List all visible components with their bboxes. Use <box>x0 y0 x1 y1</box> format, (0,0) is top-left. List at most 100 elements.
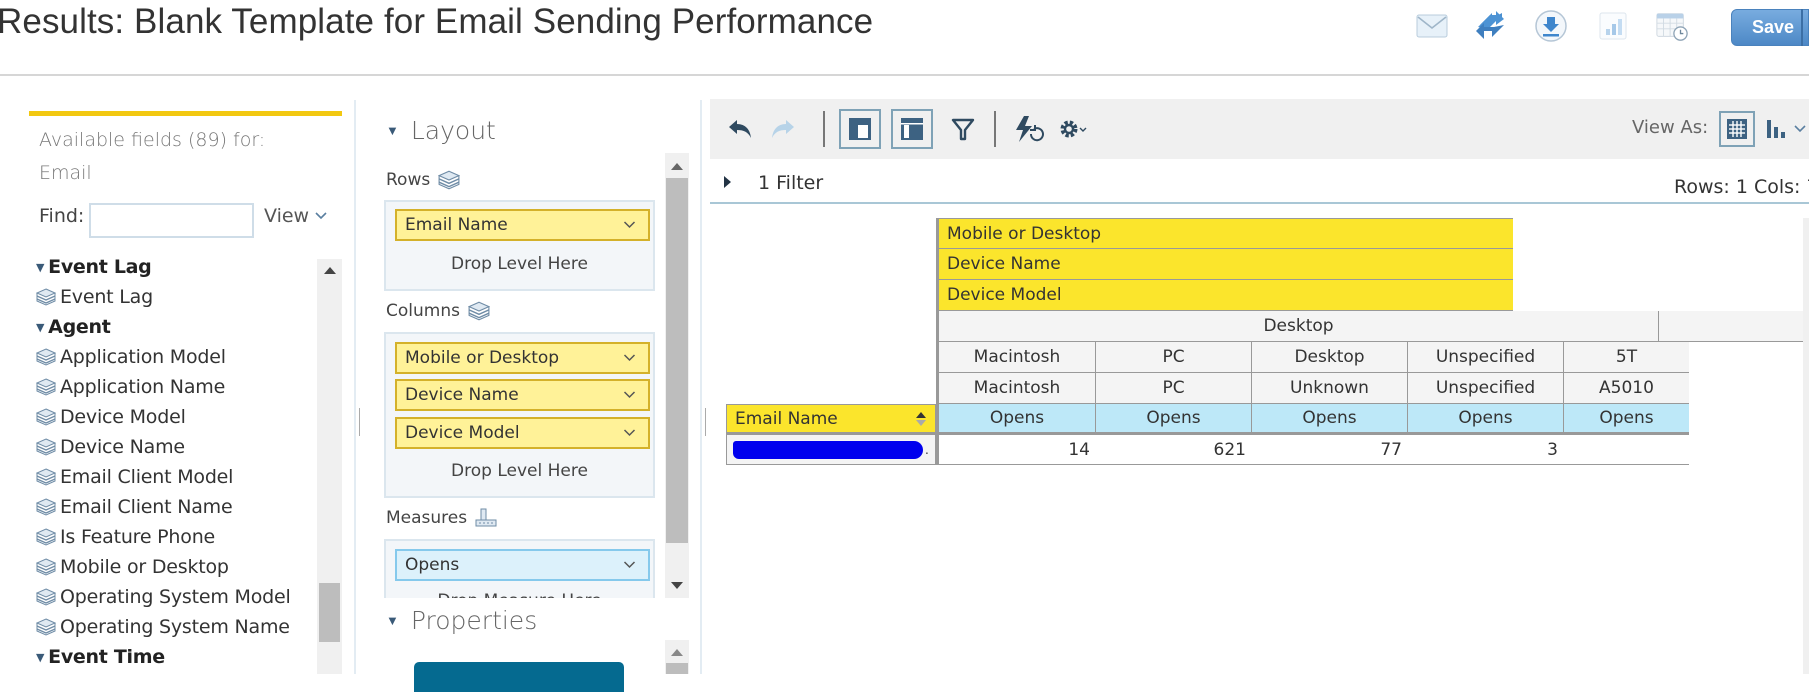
gear-icon <box>1060 120 1087 138</box>
splitter-grip[interactable] <box>705 408 706 436</box>
chevron-down-icon[interactable] <box>623 354 636 362</box>
row-dimension-header[interactable]: Email Name <box>726 404 936 435</box>
undo-button[interactable] <box>719 109 761 149</box>
dimension-cube-icon <box>36 348 56 366</box>
device-model-header[interactable]: PC <box>1096 373 1252 404</box>
rows-dropzone[interactable]: Email Name Drop Level Here <box>384 200 655 291</box>
measure-header[interactable]: Opens <box>1408 404 1564 435</box>
panel-splitter[interactable] <box>700 100 702 674</box>
field-item[interactable]: Application Model <box>36 342 316 372</box>
device-model-header[interactable]: Unknown <box>1252 373 1408 404</box>
field-item[interactable]: Device Model <box>36 402 316 432</box>
properties-action-button[interactable] <box>414 662 624 692</box>
email-icon[interactable] <box>1415 10 1449 42</box>
field-item-label: Is Feature Phone <box>60 526 216 548</box>
field-item[interactable]: Event Lag <box>36 282 316 312</box>
filter-button[interactable] <box>942 109 984 149</box>
field-item[interactable]: Mobile or Desktop <box>36 552 316 582</box>
device-name-header[interactable]: PC <box>1096 342 1252 373</box>
column-dimension-header[interactable]: Device Model <box>936 280 1513 311</box>
device-model-header[interactable]: Macintosh <box>936 373 1096 404</box>
field-item[interactable]: Device Name <box>36 432 316 462</box>
refresh-data-button[interactable] <box>1008 109 1050 149</box>
download-icon[interactable] <box>1534 10 1568 42</box>
measure-header[interactable]: Opens <box>936 404 1096 435</box>
field-item[interactable]: Email Client Name <box>36 492 316 522</box>
measure-header[interactable]: Opens <box>1096 404 1252 435</box>
chart-report-icon[interactable] <box>1596 10 1630 42</box>
expand-triangle-icon[interactable]: ▼ <box>36 321 44 334</box>
columns-pill-device-name[interactable]: Device Name <box>395 379 650 411</box>
data-cell[interactable]: 77 <box>1252 435 1408 465</box>
columns-dropzone[interactable]: Mobile or Desktop Device Name Device Mod… <box>384 332 655 498</box>
save-button[interactable]: Save <box>1731 9 1809 46</box>
tree-group[interactable]: ▼ Agent <box>36 312 316 342</box>
toggle-top-panel-button[interactable] <box>891 109 933 149</box>
measures-pill-opens[interactable]: Opens <box>395 549 650 581</box>
device-name-header[interactable]: Macintosh <box>936 342 1096 373</box>
rows-pill-email-name[interactable]: Email Name <box>395 209 650 241</box>
measures-dropzone[interactable]: Opens Drop Measure Here <box>384 539 655 598</box>
column-dimension-header[interactable]: Mobile or Desktop <box>936 218 1513 249</box>
sort-icon[interactable] <box>915 411 927 427</box>
field-item-label: Operating System Name <box>60 616 290 638</box>
layout-scrollbar-thumb[interactable] <box>666 178 688 543</box>
device-model-header[interactable]: Unspecified <box>1408 373 1564 404</box>
view-as-dropdown[interactable] <box>1790 109 1809 149</box>
measure-header[interactable]: Opens <box>1252 404 1408 435</box>
lightning-refresh-icon <box>1016 116 1044 142</box>
data-cell[interactable]: 3 <box>1408 435 1564 465</box>
data-cell[interactable] <box>1564 435 1689 465</box>
panel-splitter[interactable] <box>354 100 356 674</box>
view-as-chart-button[interactable] <box>1760 109 1792 149</box>
layout-section-header[interactable]: ▼ Layout <box>386 116 496 145</box>
pivot-scrollbar[interactable] <box>1803 218 1809 674</box>
filter-count-link[interactable]: 1 Filter <box>758 172 823 194</box>
device-model-header[interactable]: A5010 <box>1564 373 1689 404</box>
column-dimension-header[interactable]: Device Name <box>936 249 1513 280</box>
properties-scrollbar-thumb[interactable] <box>666 663 688 674</box>
expand-filters-triangle-icon[interactable] <box>724 176 731 188</box>
scroll-up-arrow-icon[interactable] <box>324 267 336 274</box>
tree-group[interactable]: ▼ Event Time <box>36 642 316 672</box>
field-item[interactable]: Operating System Model <box>36 582 316 612</box>
settings-dropdown-button[interactable] <box>1053 109 1095 149</box>
tree-group[interactable]: ▼ Event Lag <box>36 252 316 282</box>
splitter-grip[interactable] <box>359 408 360 436</box>
toolbar-separator <box>994 111 996 147</box>
field-item[interactable]: Is Feature Phone <box>36 522 316 552</box>
field-item[interactable]: Application Name <box>36 372 316 402</box>
expand-triangle-icon[interactable]: ▼ <box>36 651 44 664</box>
column-group-header[interactable]: Desktop <box>936 311 1659 342</box>
row-header-email-name[interactable]: . <box>726 435 936 465</box>
expand-triangle-icon[interactable]: ▼ <box>36 261 44 274</box>
chevron-down-icon[interactable] <box>623 391 636 399</box>
measure-header[interactable]: Opens <box>1564 404 1689 435</box>
transfer-icon[interactable] <box>1474 10 1508 42</box>
find-input[interactable] <box>89 203 254 238</box>
columns-pill-mobile-or-desktop[interactable]: Mobile or Desktop <box>395 342 650 374</box>
toggle-left-panel-button[interactable] <box>839 109 881 149</box>
properties-section-header[interactable]: ▼ Properties <box>386 606 537 635</box>
fields-scrollbar-thumb[interactable] <box>319 583 340 642</box>
field-item[interactable]: Operating System Name <box>36 612 316 642</box>
chevron-down-icon[interactable] <box>623 429 636 437</box>
data-cell[interactable]: 14 <box>936 435 1096 465</box>
scroll-up-arrow-icon[interactable] <box>671 163 683 170</box>
device-name-header[interactable]: Unspecified <box>1408 342 1564 373</box>
schedule-calendar-icon[interactable] <box>1655 10 1689 42</box>
redo-button[interactable] <box>762 109 804 149</box>
data-cell[interactable]: 621 <box>1096 435 1252 465</box>
pill-label: Mobile or Desktop <box>405 348 560 368</box>
device-name-header[interactable]: Desktop <box>1252 342 1408 373</box>
view-dropdown[interactable]: View <box>264 205 327 227</box>
field-item[interactable]: Email Client Model <box>36 462 316 492</box>
view-as-table-button[interactable] <box>1719 111 1755 147</box>
device-name-header[interactable]: 5T <box>1564 342 1689 373</box>
chevron-down-icon[interactable] <box>623 221 636 229</box>
scroll-up-arrow-icon[interactable] <box>671 649 683 656</box>
save-split-divider <box>1801 9 1803 46</box>
columns-pill-device-model[interactable]: Device Model <box>395 417 650 449</box>
chevron-down-icon[interactable] <box>623 561 636 569</box>
scroll-down-arrow-icon[interactable] <box>671 582 683 589</box>
